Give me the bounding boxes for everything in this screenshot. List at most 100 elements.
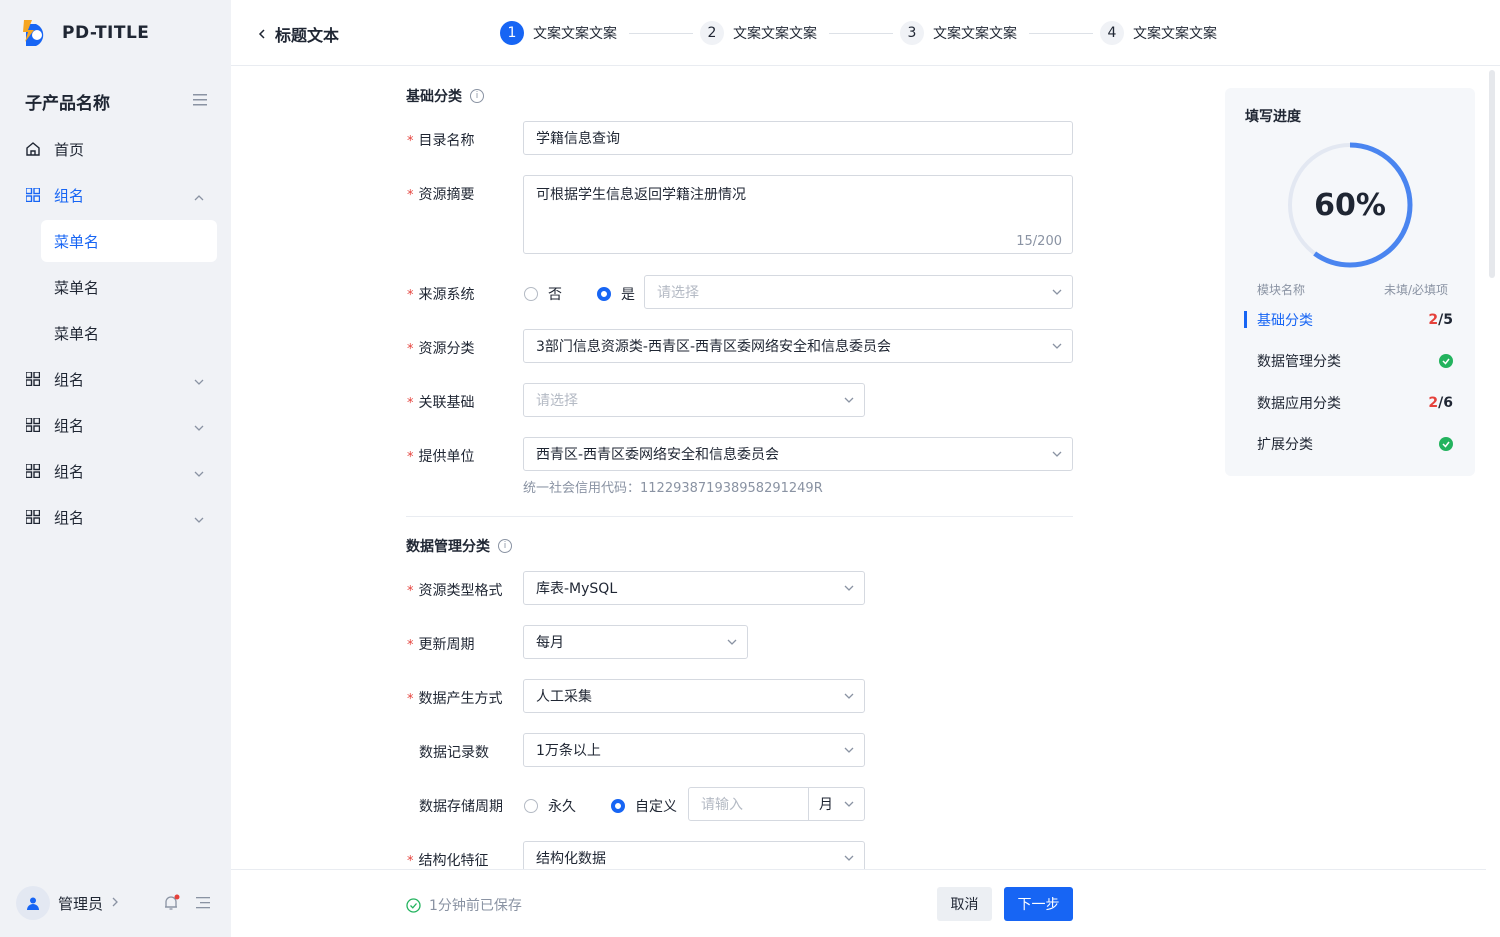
field-label: 数据存储周期	[419, 796, 503, 816]
radio-yes[interactable]: 是	[597, 284, 635, 304]
active-indicator	[1244, 311, 1247, 328]
step-4[interactable]: 4 文案文案文案	[1100, 21, 1217, 45]
step-1[interactable]: 1 文案文案文案	[500, 21, 617, 45]
data-origin-select[interactable]: 人工采集	[523, 679, 865, 713]
label-text: 提供单位	[418, 449, 475, 465]
collapse-menu-icon[interactable]	[193, 92, 207, 106]
sidebar-item-group[interactable]: 组名	[0, 172, 231, 218]
label-text: 数据存储周期	[419, 799, 503, 815]
row-label: 数据应用分类	[1257, 396, 1341, 412]
home-icon	[25, 141, 41, 157]
label-text: 结构化特征	[418, 853, 489, 869]
product-title: 子产品名称	[25, 94, 110, 114]
radio-circle-checked	[597, 287, 611, 301]
sidebar-nav: 首页 组名 菜单名 菜单名 菜单名 组名 组名 组名 组名	[0, 126, 231, 540]
progress-row-extension[interactable]: 扩展分类	[1257, 434, 1453, 454]
storage-cycle-input[interactable]: 请输入	[688, 787, 809, 821]
radio-circle	[524, 799, 538, 813]
sidebar-item-group[interactable]: 组名	[0, 356, 231, 402]
col-module-header: 模块名称	[1257, 283, 1306, 297]
radio-label: 自定义	[635, 799, 677, 815]
step-3[interactable]: 3 文案文案文案	[900, 21, 1017, 45]
chevron-up-icon	[194, 189, 204, 201]
sidebar-subitem-selected[interactable]: 菜单名	[41, 220, 217, 262]
step-2[interactable]: 2 文案文案文案	[700, 21, 817, 45]
radio-no[interactable]: 否	[524, 284, 562, 304]
scrollbar[interactable]	[1489, 70, 1495, 278]
chevron-down-icon	[844, 855, 854, 861]
radio-custom[interactable]: 自定义	[611, 796, 677, 816]
field-label: 数据记录数	[419, 742, 489, 762]
sidebar-subitem[interactable]: 菜单名	[0, 264, 231, 310]
step-number: 4	[1100, 21, 1124, 45]
section-divider	[406, 516, 1073, 517]
progress-title: 填写进度	[1245, 109, 1301, 125]
chevron-down-icon	[1052, 343, 1062, 349]
radio-label: 是	[621, 287, 635, 303]
count-unfilled: 2	[1428, 312, 1439, 328]
storage-unit-select[interactable]: 月	[808, 787, 865, 821]
related-base-select[interactable]: 请选择	[523, 383, 865, 417]
cancel-button[interactable]: 取消	[937, 887, 992, 921]
user-profile[interactable]: 管理员	[16, 886, 119, 920]
field-label: * 来源系统	[407, 287, 475, 303]
grid-icon	[25, 509, 41, 525]
notification-bell-icon[interactable]	[162, 894, 180, 912]
summary-textarea[interactable]: 可根据学生信息返回学籍注册情况 15/200	[523, 175, 1073, 254]
field-label: * 关联基础	[407, 395, 475, 411]
grid-icon	[25, 371, 41, 387]
catalog-name-input[interactable]: 学籍信息查询	[523, 121, 1073, 155]
sidebar-item-label: 组名	[54, 416, 85, 435]
section-title-text: 数据管理分类	[406, 539, 490, 555]
row-count: 2/6	[1428, 395, 1453, 411]
sidebar-subitem[interactable]: 菜单名	[0, 310, 231, 356]
step-label: 文案文案文案	[1133, 26, 1217, 42]
record-count-select[interactable]: 1万条以上	[523, 733, 865, 767]
resource-format-select[interactable]: 库表-MySQL	[523, 571, 865, 605]
back-button[interactable]: 标题文本	[257, 22, 339, 46]
top-bar: 标题文本 1 文案文案文案 2 文案文案文案 3 文案文案文案 4 文案文案文案	[231, 0, 1500, 66]
sidebar-item-group[interactable]: 组名	[0, 448, 231, 494]
credit-code-helper: 统一社会信用代码：112293871938958291249R	[523, 481, 823, 496]
next-step-button[interactable]: 下一步	[1004, 887, 1073, 921]
count-total: /5	[1438, 312, 1453, 328]
progress-row-application[interactable]: 数据应用分类 2/6	[1257, 393, 1453, 413]
logo-text: PD-TITLE	[62, 23, 150, 43]
update-cycle-select[interactable]: 每月	[523, 625, 748, 659]
sidebar-subitem-label: 菜单名	[54, 278, 100, 297]
chevron-down-icon	[844, 801, 854, 807]
row-count: 2/5	[1428, 312, 1453, 328]
provider-select[interactable]: 西青区-西青区委网络安全和信息委员会	[523, 437, 1073, 471]
row-label: 基础分类	[1257, 313, 1313, 329]
field-label: * 资源类型格式	[407, 583, 503, 599]
grid-icon	[25, 463, 41, 479]
chevron-right-icon	[111, 896, 119, 910]
check-circle-icon	[1439, 354, 1453, 368]
progress-row-basic[interactable]: 基础分类 2/5	[1257, 310, 1453, 330]
select-value: 库表-MySQL	[536, 581, 618, 597]
resource-category-select[interactable]: 3部门信息资源类-西青区-西青区委网络安全和信息委员会	[523, 329, 1073, 363]
label-text: 数据记录数	[419, 745, 489, 761]
info-icon[interactable]: i	[498, 539, 512, 553]
sidebar-item-group[interactable]: 组名	[0, 494, 231, 540]
label-text: 关联基础	[418, 395, 475, 411]
page-title: 标题文本	[275, 26, 340, 45]
sidebar-item-label: 组名	[54, 370, 85, 389]
progress-percent: 60%	[1314, 187, 1386, 223]
chevron-down-icon	[194, 465, 204, 477]
step-number: 2	[700, 21, 724, 45]
field-label: * 提供单位	[407, 449, 475, 465]
source-system-select[interactable]: 请选择	[644, 275, 1073, 309]
sidebar-item-group[interactable]: 组名	[0, 402, 231, 448]
sidebar-item-home[interactable]: 首页	[0, 126, 231, 172]
progress-row-management[interactable]: 数据管理分类	[1257, 351, 1453, 371]
select-placeholder: 请选择	[536, 393, 578, 409]
info-icon[interactable]: i	[470, 89, 484, 103]
radio-forever[interactable]: 永久	[524, 796, 576, 816]
count-unfilled: 2	[1428, 395, 1439, 411]
label-text: 资源摘要	[418, 187, 475, 203]
section-title-basic: 基础分类 i	[406, 86, 484, 106]
logo[interactable]: PD-TITLE	[22, 18, 149, 48]
menu-toggle-icon[interactable]	[196, 896, 210, 910]
chevron-down-icon	[1052, 289, 1062, 295]
